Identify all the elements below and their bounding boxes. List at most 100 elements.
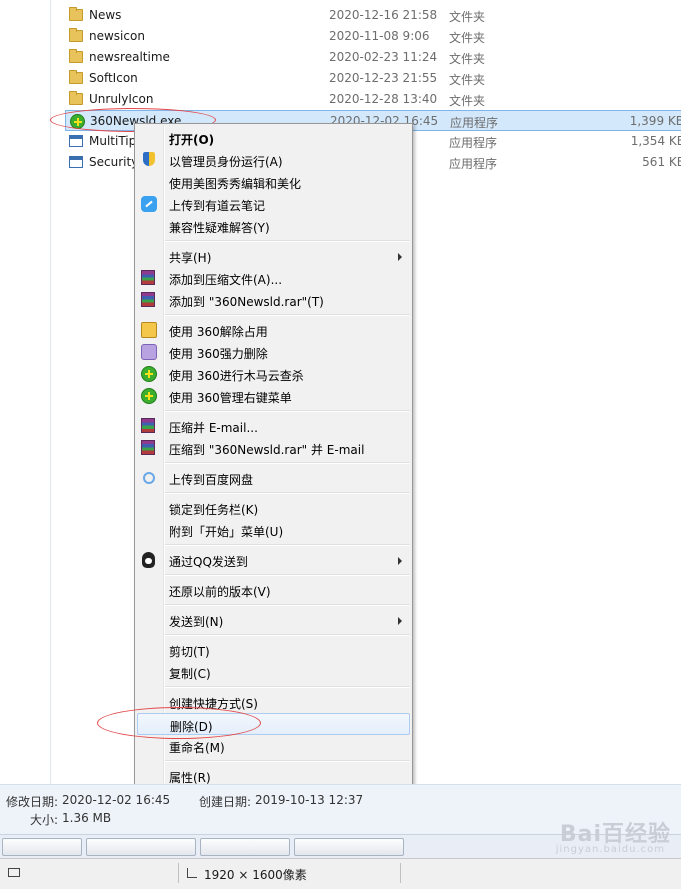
menu-item[interactable]: 使用 360强力删除 (137, 341, 410, 363)
file-date: 2020-02-23 11:24 (329, 50, 438, 64)
folder-icon (69, 7, 83, 21)
menu-item-label: 兼容性疑难解答(Y) (169, 221, 270, 235)
baidu-pan-icon (143, 472, 155, 484)
menu-item[interactable]: 添加到压缩文件(A)... (137, 267, 410, 289)
menu-item[interactable]: 使用 360进行木马云查杀 (137, 363, 410, 385)
menu-item-label: 复制(C) (169, 667, 211, 681)
window-app-icon (69, 135, 83, 147)
menu-item[interactable]: 剪切(T) (137, 639, 410, 661)
menu-item[interactable]: 重命名(M) (137, 735, 410, 757)
menu-item[interactable]: 附到「开始」菜单(U) (137, 519, 410, 541)
file-date: 2020-12-28 13:40 (329, 92, 438, 106)
menu-item[interactable]: 压缩到 "360Newsld.rar" 并 E-mail (137, 437, 410, 459)
status-divider (400, 863, 401, 883)
menu-item-label: 还原以前的版本(V) (169, 585, 271, 599)
taskbar-button[interactable] (86, 838, 196, 856)
file-row[interactable]: newsrealtime 2020-02-23 11:24 文件夹 (65, 47, 681, 68)
360-scan-icon (141, 366, 157, 382)
context-menu: 打开(O) 以管理员身份运行(A) 使用美图秀秀编辑和美化上传到有道云笔记 兼容性疑难… (134, 123, 413, 786)
menu-item-label: 重命名(M) (169, 741, 225, 755)
menu-item[interactable]: 上传到百度网盘 (137, 467, 410, 489)
menu-separator (165, 574, 410, 576)
baidu-jingyan-watermark: Bai百经验 jingyan.baidu.com (556, 816, 671, 855)
taskbar-button[interactable] (2, 838, 82, 856)
menu-separator (165, 492, 410, 494)
menu-item-label: 通过QQ发送到 (169, 555, 248, 569)
menu-item-label: 添加到 "360Newsld.rar"(T) (169, 295, 324, 309)
menu-item-label: 压缩到 "360Newsld.rar" 并 E-mail (169, 443, 365, 457)
file-type: 文件夹 (449, 10, 486, 24)
menu-item-label: 上传到百度网盘 (169, 473, 254, 487)
menu-item-label: 使用 360强力删除 (169, 347, 268, 361)
menu-item[interactable]: 添加到 "360Newsld.rar"(T) (137, 289, 410, 311)
menu-item[interactable]: 上传到有道云笔记 (137, 193, 410, 215)
menu-separator (165, 604, 410, 606)
menu-item[interactable]: 使用美图秀秀编辑和美化 (137, 171, 410, 193)
menu-item[interactable]: 使用 360管理右键菜单 (137, 385, 410, 407)
menu-item-label: 打开(O) (169, 133, 215, 147)
menu-item[interactable]: 共享(H) (137, 245, 410, 267)
submenu-arrow-icon (398, 557, 402, 565)
file-date: 2020-12-23 21:55 (329, 71, 438, 85)
created-value: 2019-10-13 12:37 (255, 793, 364, 807)
file-date: 2020-12-16 21:58 (329, 8, 438, 22)
360-app-icon (70, 114, 85, 129)
created-label: 创建日期: (199, 795, 252, 809)
file-row[interactable]: News 2020-12-16 21:58 文件夹 (65, 5, 681, 26)
file-row[interactable]: SoftIcon 2020-12-23 21:55 文件夹 (65, 68, 681, 89)
modified-value: 2020-12-02 16:45 (62, 793, 171, 807)
menu-item[interactable]: 压缩并 E-mail... (137, 415, 410, 437)
360-shred-icon (141, 344, 157, 360)
window-app-icon (69, 156, 83, 168)
menu-item-label: 锁定到任务栏(K) (169, 503, 259, 517)
file-row[interactable]: newsicon 2020-11-08 9:06 文件夹 (65, 26, 681, 47)
menu-item-label: 发送到(N) (169, 615, 224, 629)
menu-item[interactable]: 以管理员身份运行(A) (137, 149, 410, 171)
file-name: MultiTip (89, 134, 137, 148)
menu-item-label: 使用 360管理右键菜单 (169, 391, 292, 405)
file-type: 文件夹 (449, 52, 486, 66)
menu-item-label: 附到「开始」菜单(U) (169, 525, 284, 539)
menu-item[interactable]: 发送到(N) (137, 609, 410, 631)
screen-icon (8, 868, 20, 877)
file-type: 文件夹 (449, 94, 486, 108)
menu-item[interactable]: 删除(D) (137, 713, 410, 735)
menu-item-label: 压缩并 E-mail... (169, 421, 258, 435)
menu-separator (165, 240, 410, 242)
menu-item-label: 上传到有道云笔记 (169, 199, 266, 213)
file-name: UnrulyIcon (89, 92, 154, 106)
file-type: 应用程序 (449, 136, 498, 150)
file-name: News (89, 8, 122, 22)
file-name: Security (89, 155, 139, 169)
file-size: 1,399 KB (629, 114, 681, 128)
image-dimensions: 1920 × 1600像素 (204, 868, 307, 882)
menu-item-label: 创建快捷方式(S) (169, 697, 258, 711)
taskbar-button[interactable] (294, 838, 404, 856)
file-name: newsicon (89, 29, 145, 43)
menu-item[interactable]: 复制(C) (137, 661, 410, 683)
menu-item[interactable]: 锁定到任务栏(K) (137, 497, 410, 519)
image-size-icon (187, 868, 197, 878)
taskbar-button[interactable] (200, 838, 290, 856)
file-type: 应用程序 (449, 157, 498, 171)
file-name: newsrealtime (89, 50, 170, 64)
menu-item[interactable]: 创建快捷方式(S) (137, 691, 410, 713)
winrar-icon (141, 292, 155, 307)
menu-item-label: 以管理员身份运行(A) (169, 155, 283, 169)
menu-separator (165, 410, 410, 412)
file-row[interactable]: UnrulyIcon 2020-12-28 13:40 文件夹 (65, 89, 681, 110)
navigation-pane[interactable] (0, 0, 51, 784)
submenu-arrow-icon (398, 253, 402, 261)
360-scan-icon (141, 388, 157, 404)
file-size: 1,354 KB (630, 134, 681, 148)
menu-item[interactable]: 通过QQ发送到 (137, 549, 410, 571)
menu-item[interactable]: 还原以前的版本(V) (137, 579, 410, 601)
qq-icon (142, 552, 155, 568)
menu-item-label: 使用 360解除占用 (169, 325, 268, 339)
folder-icon (69, 91, 83, 105)
menu-item[interactable]: 使用 360解除占用 (137, 319, 410, 341)
menu-item[interactable]: 打开(O) (137, 127, 410, 149)
menu-item[interactable]: 兼容性疑难解答(Y) (137, 215, 410, 237)
menu-separator (165, 462, 410, 464)
menu-item-label: 剪切(T) (169, 645, 210, 659)
